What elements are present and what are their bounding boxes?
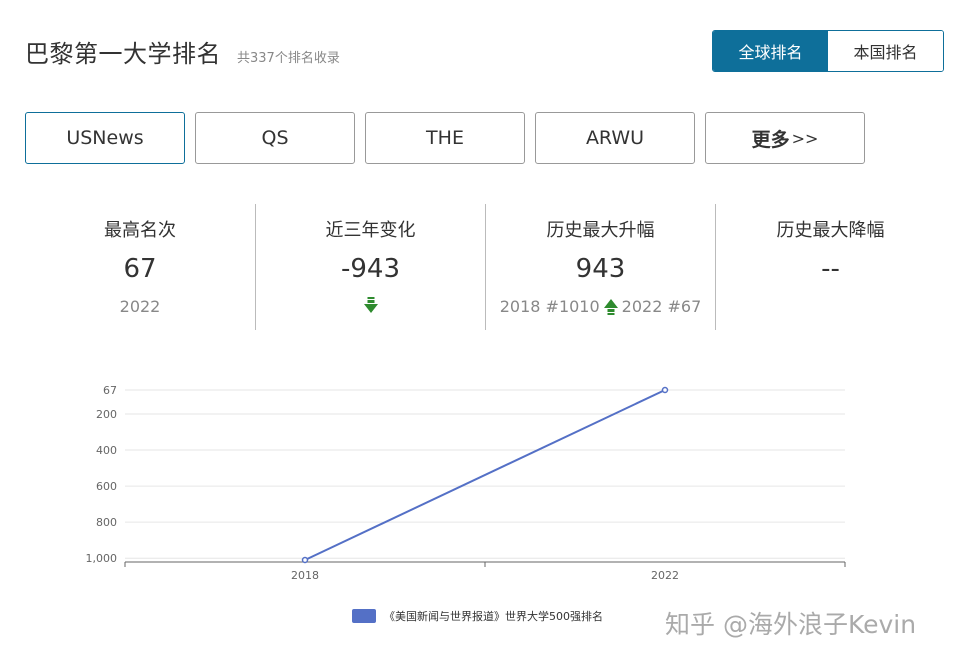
x-tick-label: 2018 [291, 569, 319, 582]
stat-label: 近三年变化 [325, 220, 416, 241]
more-label: 更多 [751, 128, 790, 151]
rise-to: 2022 #67 [621, 297, 702, 316]
page-title: 巴黎第一大学排名 [25, 40, 221, 68]
y-tick-label: 1,000 [86, 552, 118, 565]
stat-value: 67 [123, 254, 157, 284]
y-tick-label: 200 [96, 408, 117, 421]
stat-trend [256, 297, 485, 313]
legend-swatch [352, 609, 376, 623]
stat-label: 历史最大降幅 [776, 220, 885, 241]
tab-usnews[interactable]: USNews [25, 112, 185, 164]
ranking-source-tabs: USNews QS THE ARWU 更多 >> [25, 112, 865, 164]
global-ranking-button[interactable]: 全球排名 [713, 31, 828, 71]
series-line [304, 389, 666, 561]
data-point [661, 386, 669, 394]
stat-three-year-change: 近三年变化 -943 [255, 204, 485, 330]
stats-panel: 最高名次 67 2022 近三年变化 -943 历史最大升幅 943 2018 … [25, 204, 945, 330]
tab-arwu[interactable]: ARWU [535, 112, 695, 164]
y-tick-label: 800 [96, 516, 117, 529]
stat-max-drop: 历史最大降幅 -- [715, 204, 945, 330]
stat-value: 943 [575, 254, 626, 284]
tab-the[interactable]: THE [365, 112, 525, 164]
ranking-count: 共337个排名收录 [237, 51, 340, 66]
x-tick-label: 2022 [651, 569, 679, 582]
stat-label: 最高名次 [104, 220, 176, 241]
data-point [301, 556, 309, 564]
stat-best-rank: 最高名次 67 2022 [25, 204, 255, 330]
y-tick-label: 600 [96, 480, 117, 493]
scope-toggle: 全球排名 本国排名 [712, 30, 944, 72]
ranking-line-chart: 67 200 400 600 800 1,000 2018 2022 《美国新闻与世界报道》世界… [86, 384, 846, 623]
stat-rise-detail: 2018 #1010 2022 #67 [486, 297, 715, 316]
stat-label: 历史最大升幅 [546, 220, 655, 241]
national-ranking-button[interactable]: 本国排名 [828, 31, 943, 71]
tab-more[interactable]: 更多 >> [705, 112, 865, 164]
stat-value: -- [821, 254, 840, 284]
legend-label: 《美国新闻与世界报道》世界大学500强排名 [384, 609, 603, 623]
watermark: 知乎 @海外浪子Kevin [665, 610, 917, 639]
stat-year: 2022 [119, 297, 161, 316]
stat-max-rise: 历史最大升幅 943 2018 #1010 2022 #67 [485, 204, 715, 330]
up-arrow-icon [603, 298, 618, 315]
y-tick-label: 400 [96, 444, 117, 457]
tab-qs[interactable]: QS [195, 112, 355, 164]
rise-from: 2018 #1010 [499, 297, 600, 316]
y-tick-label: 67 [103, 384, 117, 397]
stat-value: -943 [340, 254, 400, 284]
down-arrow-icon [363, 297, 378, 313]
more-arrows: >> [791, 128, 819, 148]
